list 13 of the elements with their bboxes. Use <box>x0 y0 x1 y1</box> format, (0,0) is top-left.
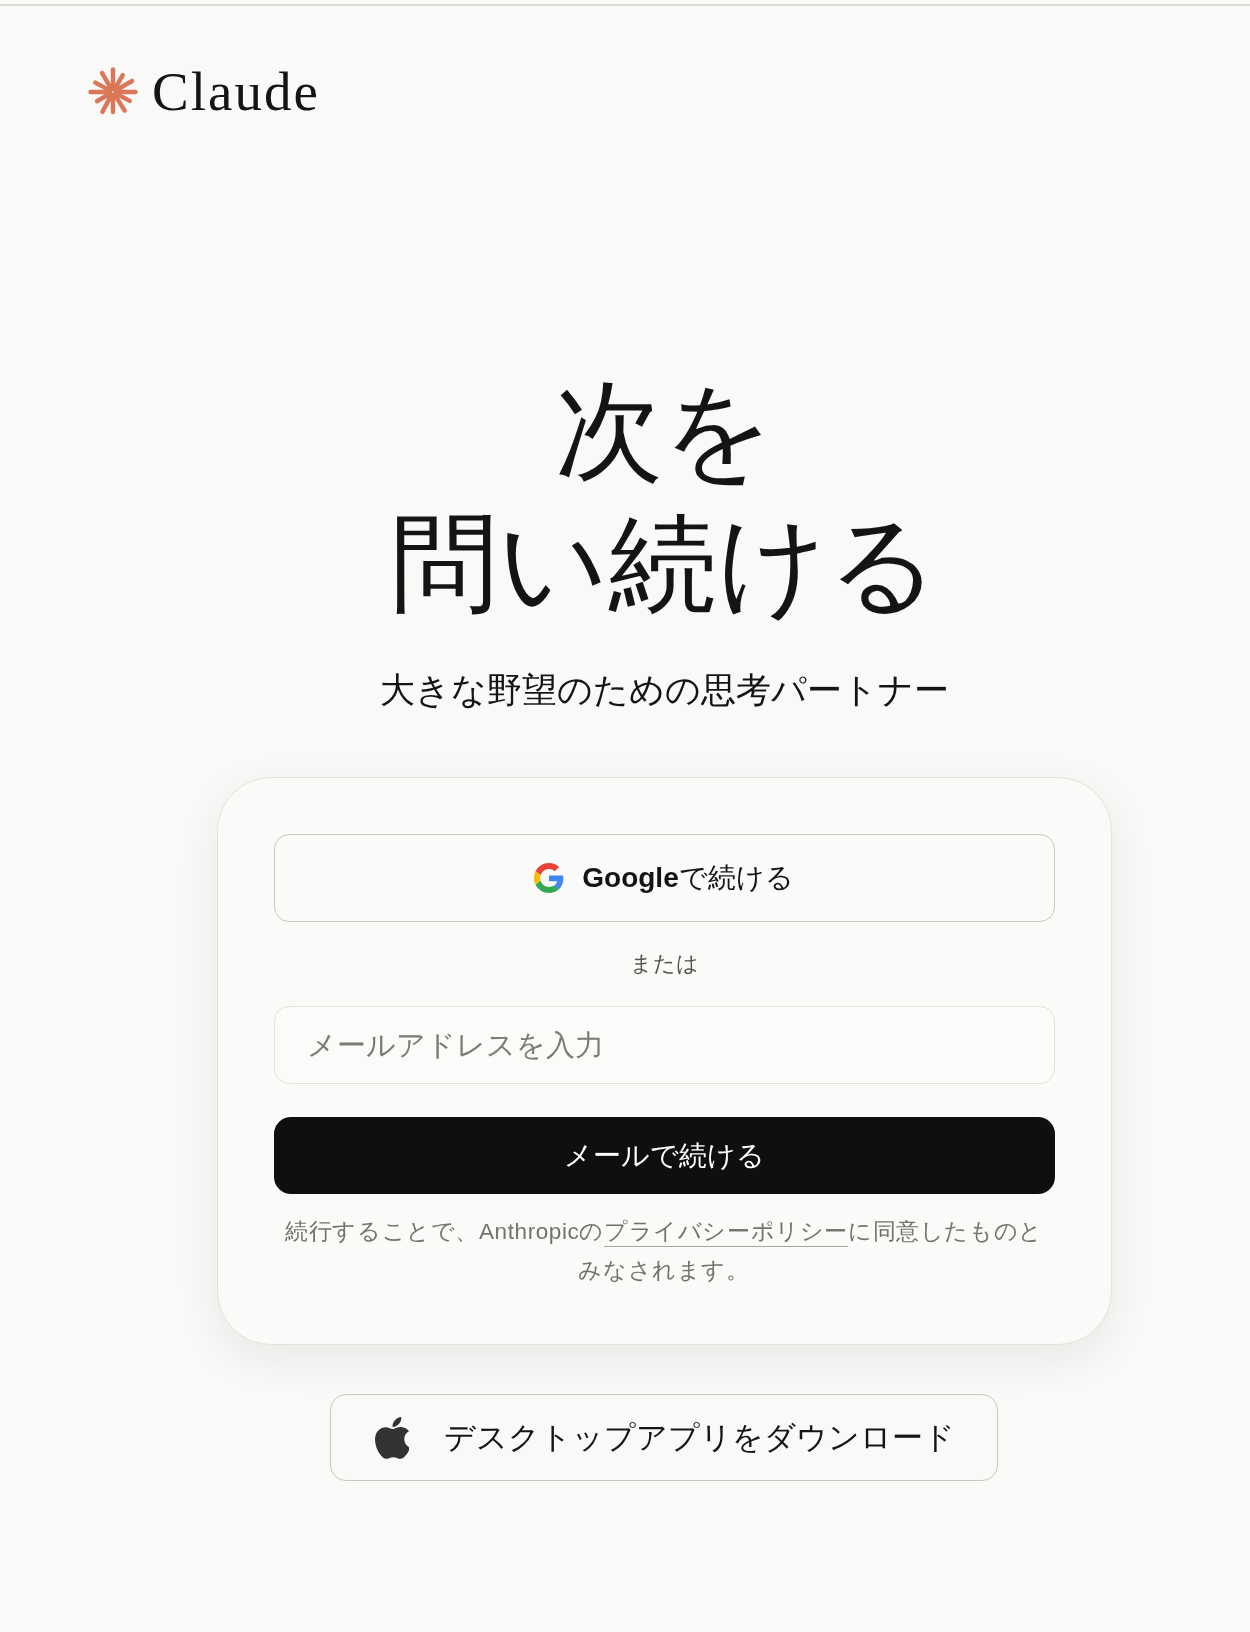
logo-text: Claude <box>152 64 320 119</box>
separator-text: または <box>629 950 699 978</box>
sparkle-icon <box>88 66 138 117</box>
privacy-link[interactable]: プライバシーポリシー <box>604 1219 848 1244</box>
email-field[interactable]: メールアドレスを入力 <box>273 1006 1055 1084</box>
legal-text: 続行することで、Anthropicの プライバシーポリシー に同意したものとみなされます。 <box>284 1218 1044 1285</box>
email-continue-button[interactable]: メールで続ける <box>273 1117 1055 1194</box>
download-button[interactable]: デスクトップアプリをダウンロード <box>330 1394 998 1481</box>
hero-subtitle: 大きな野望のための思考パートナー <box>379 669 949 711</box>
hero-heading: 次を 問い続ける <box>389 369 939 626</box>
g-logo-icon <box>534 863 565 893</box>
apple-icon <box>375 1416 409 1459</box>
google-button[interactable]: Googleで続ける <box>273 834 1055 922</box>
